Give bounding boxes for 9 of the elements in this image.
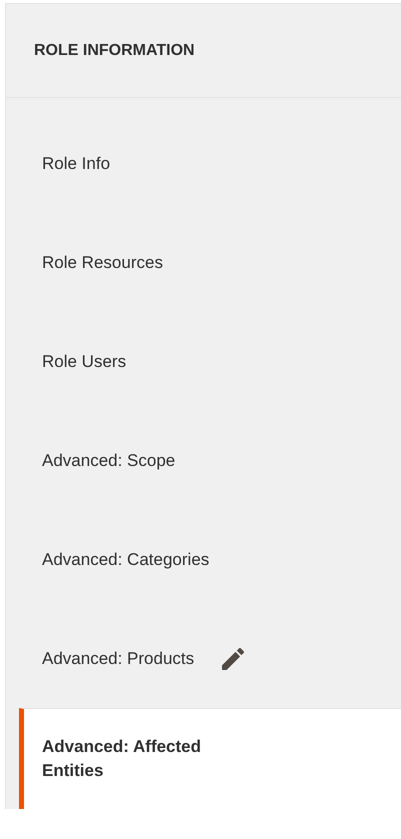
panel-title: ROLE INFORMATION (34, 40, 195, 60)
tab[interactable]: Role Users (6, 312, 401, 411)
active-tab[interactable]: Advanced: Affected Entities (19, 708, 401, 809)
tab[interactable]: Role Resources (6, 213, 401, 312)
pencil-icon (222, 648, 244, 670)
tab[interactable]: Advanced: Scope (6, 411, 401, 510)
tab[interactable]: Advanced: Products (6, 609, 401, 708)
tab[interactable]: Advanced: Categories (6, 510, 401, 609)
tab[interactable]: Role Info (6, 114, 401, 213)
